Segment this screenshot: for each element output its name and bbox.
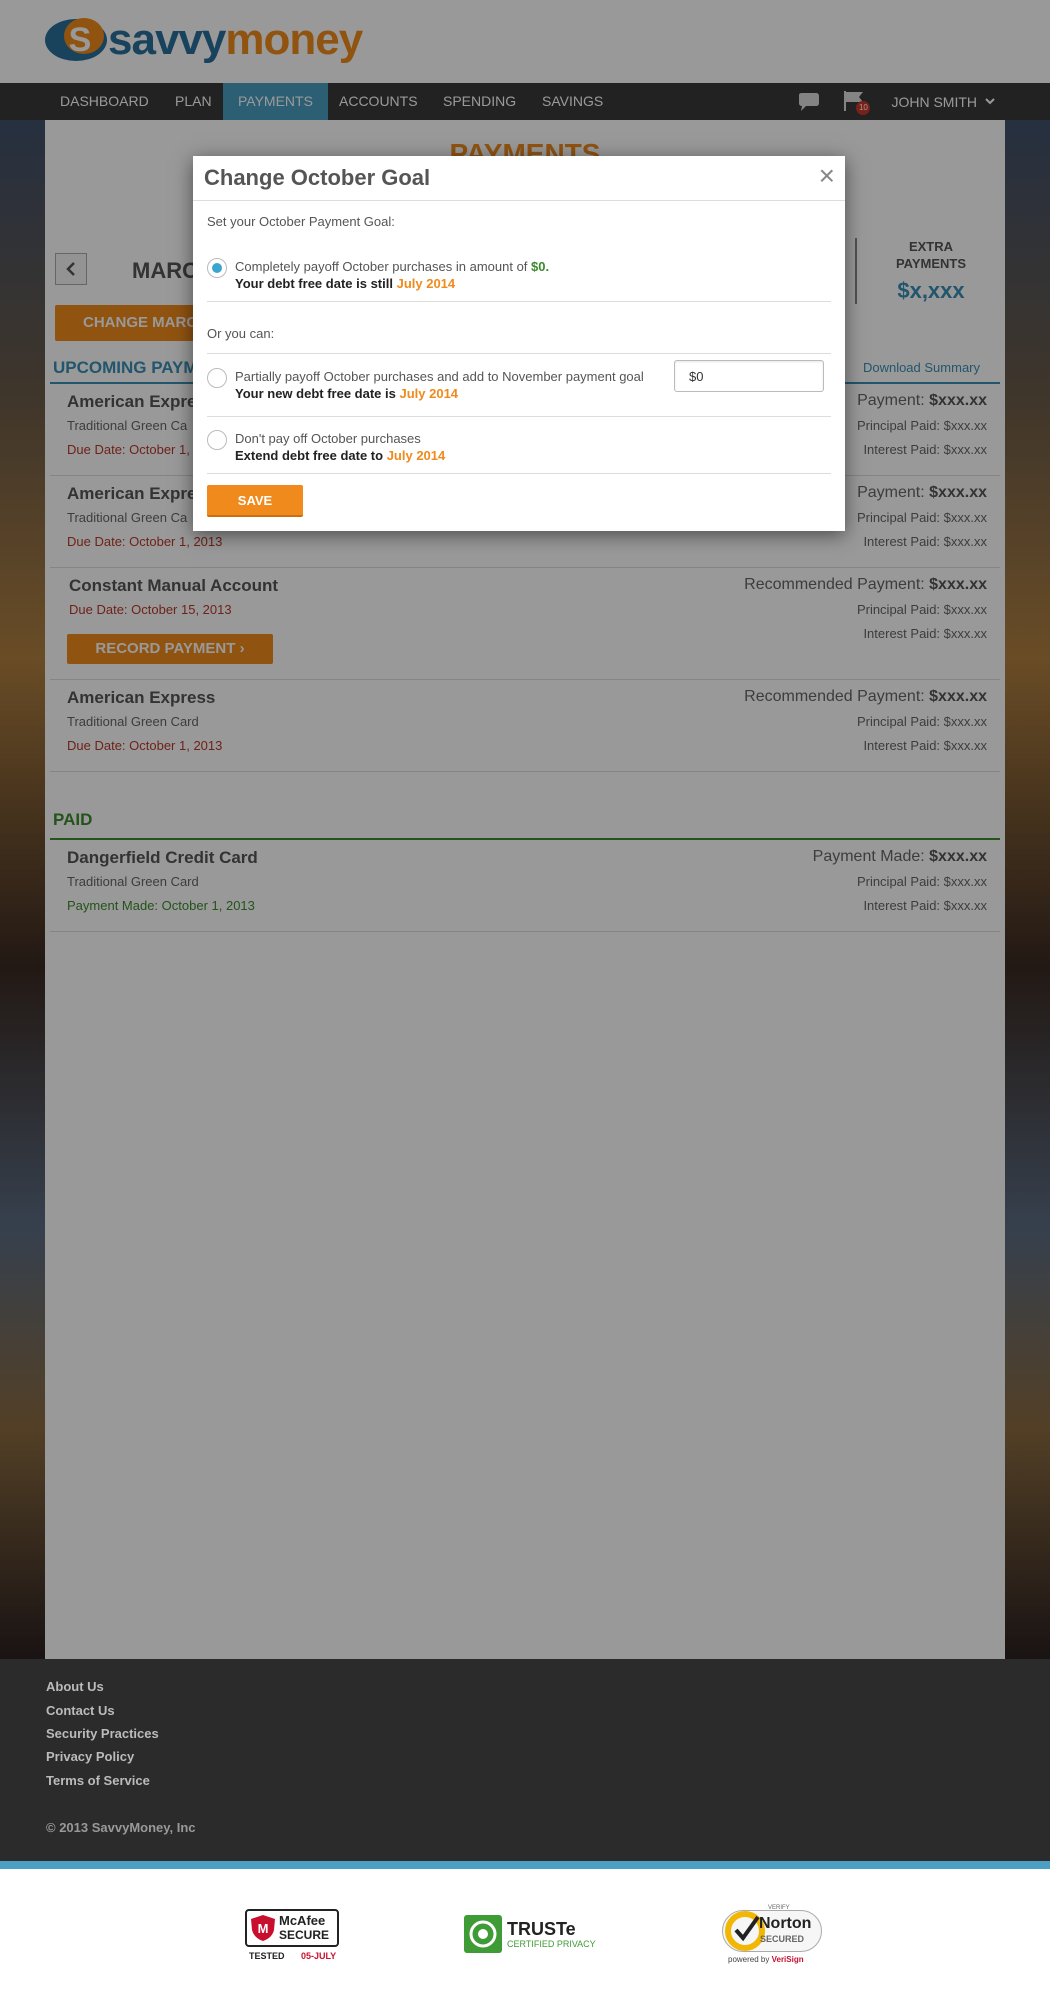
footer-about-link[interactable]: About Us [46,1679,104,1694]
truste-badge[interactable]: TRUSTe CERTIFIED PRIVACY [463,1914,596,1954]
modal-intro: Set your October Payment Goal: [207,214,395,229]
option-no-payoff[interactable]: Don't pay off October purchases Extend d… [207,428,831,468]
copyright: © 2013 SavvyMoney, Inc [46,1820,196,1835]
mcafee-date: 05-JULY [301,1951,337,1961]
option-full-payoff-label: Completely payoff October purchases in a… [235,259,550,274]
modal-header: Change October Goal × [193,156,845,201]
divider [207,353,831,354]
footer-security-link[interactable]: Security Practices [46,1726,159,1741]
footer: About Us Contact Us Security Practices P… [0,1659,1050,1861]
truste-seal-icon [464,1915,502,1953]
truste-sub: CERTIFIED PRIVACY [507,1939,596,1949]
norton-badge[interactable]: VERIFY Norton SECURED powered by VeriSig… [722,1905,826,1969]
trust-badges: M McAfee SECURE TESTED 05-JULY TRUSTe CE… [0,1869,1050,1999]
divider [207,473,831,474]
truste-name: TRUSTe [507,1919,576,1939]
norton-secured: SECURED [760,1934,805,1944]
norton-name: Norton [759,1915,812,1932]
mcafee-secure: SECURE [279,1928,330,1942]
option-full-payoff[interactable]: Completely payoff October purchases in a… [207,256,831,296]
modal-title: Change October Goal [204,165,431,190]
mcafee-name: McAfee [279,1913,326,1928]
option-no-payoff-label: Don't pay off October purchases [235,431,421,446]
radio-partial-payoff[interactable] [207,368,227,388]
radio-no-payoff[interactable] [207,430,227,450]
mcafee-shield-icon: M [251,1915,275,1941]
option-partial-payoff-sub: Your new debt free date is July 2014 [235,386,459,401]
footer-stripe [0,1861,1050,1869]
footer-contact-link[interactable]: Contact Us [46,1703,115,1718]
footer-terms-link[interactable]: Terms of Service [46,1773,150,1788]
mcafee-badge[interactable]: M McAfee SECURE TESTED 05-JULY [245,1909,339,1963]
footer-privacy-link[interactable]: Privacy Policy [46,1749,134,1764]
divider [207,416,831,417]
mcafee-tested: TESTED [249,1951,285,1961]
divider [207,301,831,302]
option-full-payoff-sub: Your debt free date is still July 2014 [235,276,456,291]
partial-amount-input[interactable] [674,360,824,392]
option-partial-payoff-label: Partially payoff October purchases and a… [235,369,644,384]
svg-text:M: M [258,1921,269,1936]
or-you-can-label: Or you can: [207,326,275,341]
save-button[interactable]: SAVE [207,485,303,517]
norton-powered: powered by VeriSign [728,1955,804,1964]
radio-full-payoff[interactable] [207,258,227,278]
change-goal-modal: Change October Goal × Set your October P… [193,156,845,531]
option-no-payoff-sub: Extend debt free date to July 2014 [235,448,446,463]
close-icon[interactable]: × [819,160,835,192]
